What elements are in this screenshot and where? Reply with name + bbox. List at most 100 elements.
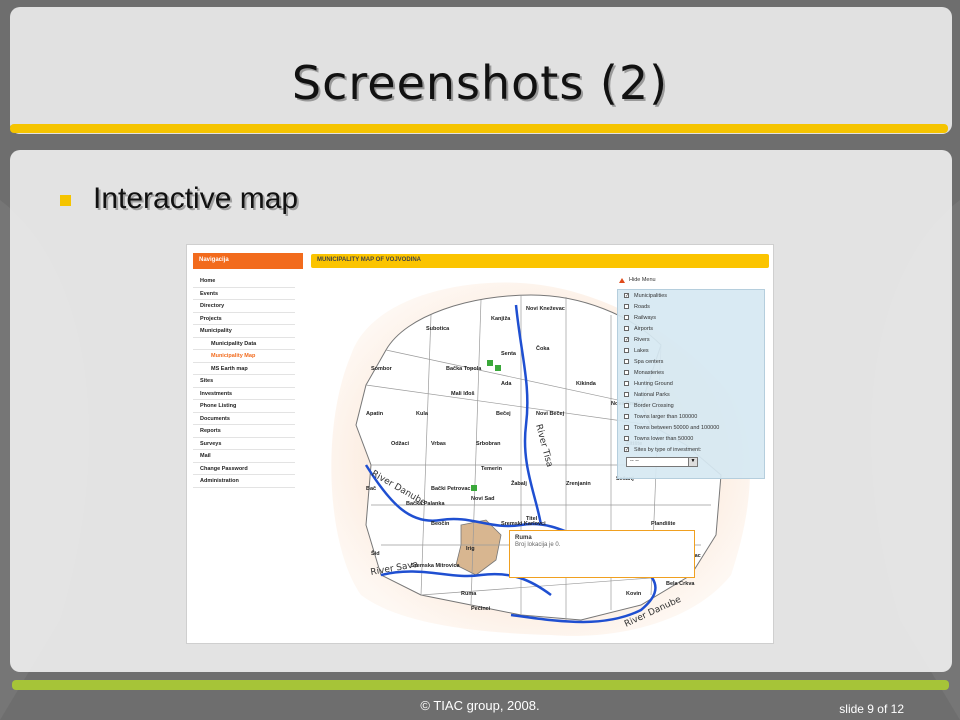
layer-checkbox[interactable]	[624, 392, 629, 397]
layer-option[interactable]: Railways	[618, 312, 764, 323]
layer-checkbox[interactable]: ✓	[624, 293, 629, 299]
nav-item[interactable]: Mail	[193, 450, 295, 463]
layer-checkbox[interactable]	[624, 370, 629, 375]
municipality-label[interactable]: Šid	[371, 549, 380, 557]
municipality-label[interactable]: Bečej	[496, 411, 511, 417]
layer-option[interactable]: National Parks	[618, 389, 764, 400]
site-marker	[495, 365, 501, 371]
layer-option[interactable]: Border Crossing	[618, 400, 764, 411]
nav-item[interactable]: Municipality Map	[193, 350, 295, 363]
nav-item[interactable]: Administration	[193, 475, 295, 488]
map-header: MUNICIPALITY MAP OF VOJVODINA	[311, 254, 769, 268]
nav-item[interactable]: Surveys	[193, 438, 295, 450]
municipality-label[interactable]: Odžaci	[391, 441, 410, 447]
municipality-label[interactable]: Čoka	[536, 345, 550, 352]
municipality-label[interactable]: Kovin	[626, 591, 642, 597]
layer-option[interactable]: ✓ Rivers	[618, 334, 764, 345]
municipality-label[interactable]: Bela Crkva	[666, 581, 695, 587]
municipality-label[interactable]: Sremski Karlovci	[501, 521, 546, 527]
layer-checkbox[interactable]: ✓	[624, 337, 629, 343]
site-marker	[471, 485, 477, 491]
layer-option[interactable]: Towns larger than 100000	[618, 411, 764, 422]
municipality-label[interactable]: Apatin	[366, 411, 384, 417]
nav-item[interactable]: Documents	[193, 413, 295, 425]
nav-item[interactable]: Events	[193, 288, 295, 300]
municipality-label[interactable]: Srbobran	[476, 441, 501, 447]
municipality-label[interactable]: Kikinda	[576, 381, 597, 387]
nav-item[interactable]: Municipality Data	[193, 338, 295, 350]
layer-checkbox[interactable]	[624, 326, 629, 331]
footer-copyright: © TIAC group, 2008.	[420, 698, 540, 713]
layer-option[interactable]: Roads	[618, 301, 764, 312]
municipality-label[interactable]: Zrenjanin	[566, 481, 591, 487]
municipality-label[interactable]: Subotica	[426, 326, 450, 332]
layer-checkbox[interactable]	[624, 403, 629, 408]
layer-label: Border Crossing	[634, 402, 674, 409]
layer-checkbox[interactable]	[624, 315, 629, 320]
municipality-label[interactable]: Mali Iđoš	[451, 391, 475, 397]
municipality-label[interactable]: Vrbas	[431, 441, 446, 447]
municipality-label[interactable]: Bač	[366, 486, 376, 492]
layer-option[interactable]: Spa centers	[618, 356, 764, 367]
nav-item[interactable]: Municipality	[193, 325, 295, 338]
layer-checkbox[interactable]	[624, 414, 629, 419]
popup-message: Broj lokacija je 0.	[515, 542, 561, 548]
nav-item[interactable]: MS Earth map	[193, 363, 295, 375]
municipality-label[interactable]: Žabalj	[511, 479, 527, 487]
municipality-label[interactable]: Bačka Topola	[446, 366, 482, 372]
municipality-label[interactable]: Temerin	[481, 466, 503, 472]
layer-label: Lakes	[634, 347, 649, 354]
municipality-label[interactable]: Senta	[501, 351, 517, 357]
nav-item[interactable]: Sites	[193, 375, 295, 388]
municipality-label[interactable]: Bački Petrovac	[431, 486, 470, 492]
hide-menu-toggle[interactable]: Hide Menu	[619, 277, 656, 283]
layer-label: Hunting Ground	[634, 380, 673, 387]
layer-checkbox[interactable]	[624, 304, 629, 309]
nav-list: Home Events Directory Projects Municipality M…	[193, 275, 295, 488]
layer-checkbox[interactable]: ✓	[624, 447, 629, 453]
layer-checkbox[interactable]	[624, 348, 629, 353]
municipality-label[interactable]: Ada	[501, 381, 512, 387]
layer-option[interactable]: Lakes	[618, 345, 764, 356]
municipality-label[interactable]: Novi Sad	[471, 496, 495, 502]
municipality-label[interactable]: Ruma	[461, 591, 477, 597]
municipality-label[interactable]: Sombor	[371, 366, 393, 372]
municipality-label[interactable]: Plandište	[651, 521, 675, 527]
nav-item[interactable]: Phone Listing	[193, 400, 295, 413]
nav-item[interactable]: Reports	[193, 425, 295, 438]
layer-option[interactable]: Towns lower than 50000	[618, 433, 764, 444]
layer-checkbox[interactable]	[624, 436, 629, 441]
layer-label: Sites by type of investment:	[634, 446, 702, 453]
layer-option[interactable]: Airports	[618, 323, 764, 334]
bullet-text: Interactive map	[93, 182, 299, 215]
investment-type-select[interactable]: -- -- ▼	[626, 457, 698, 467]
footer-slide-number: slide 9 of 12	[839, 702, 904, 716]
layer-option[interactable]: Towns between 50000 and 100000	[618, 422, 764, 433]
municipality-label[interactable]: Novi Bečej	[536, 411, 565, 417]
layer-checkbox[interactable]	[624, 381, 629, 386]
layer-panel: ✓ Municipalities Roads Railways Airports ✓ Riv…	[617, 289, 765, 479]
layer-checkbox[interactable]	[624, 359, 629, 364]
layer-checkbox[interactable]	[624, 425, 629, 430]
nav-item[interactable]: Projects	[193, 313, 295, 325]
municipality-label[interactable]: Novi Kneževac	[526, 306, 565, 312]
info-popup: Ruma Broj lokacija je 0.	[509, 530, 695, 578]
nav-item[interactable]: Change Password	[193, 463, 295, 475]
municipality-label[interactable]: Pećinci	[471, 606, 491, 612]
nav-item[interactable]: Directory	[193, 300, 295, 313]
nav-item[interactable]: Investments	[193, 388, 295, 400]
municipality-label[interactable]: Irig	[466, 546, 475, 552]
municipality-label[interactable]: Kula	[416, 411, 429, 417]
municipality-label[interactable]: Beočin	[431, 521, 450, 527]
slide-title: Screenshots (2)	[291, 56, 669, 110]
layer-option[interactable]: Monasteries	[618, 367, 764, 378]
nav-item[interactable]: Home	[193, 275, 295, 288]
layer-option[interactable]: ✓ Sites by type of investment:	[618, 444, 764, 455]
municipality-label[interactable]: Kanjiža	[491, 316, 511, 322]
site-marker	[487, 360, 493, 366]
layer-label: Municipalities	[634, 292, 668, 299]
layer-label: Rivers	[634, 336, 650, 343]
map-screenshot: Navigacija Home Events Directory Projects Mu…	[186, 244, 774, 644]
layer-option[interactable]: Hunting Ground	[618, 378, 764, 389]
layer-option[interactable]: ✓ Municipalities	[618, 290, 764, 301]
